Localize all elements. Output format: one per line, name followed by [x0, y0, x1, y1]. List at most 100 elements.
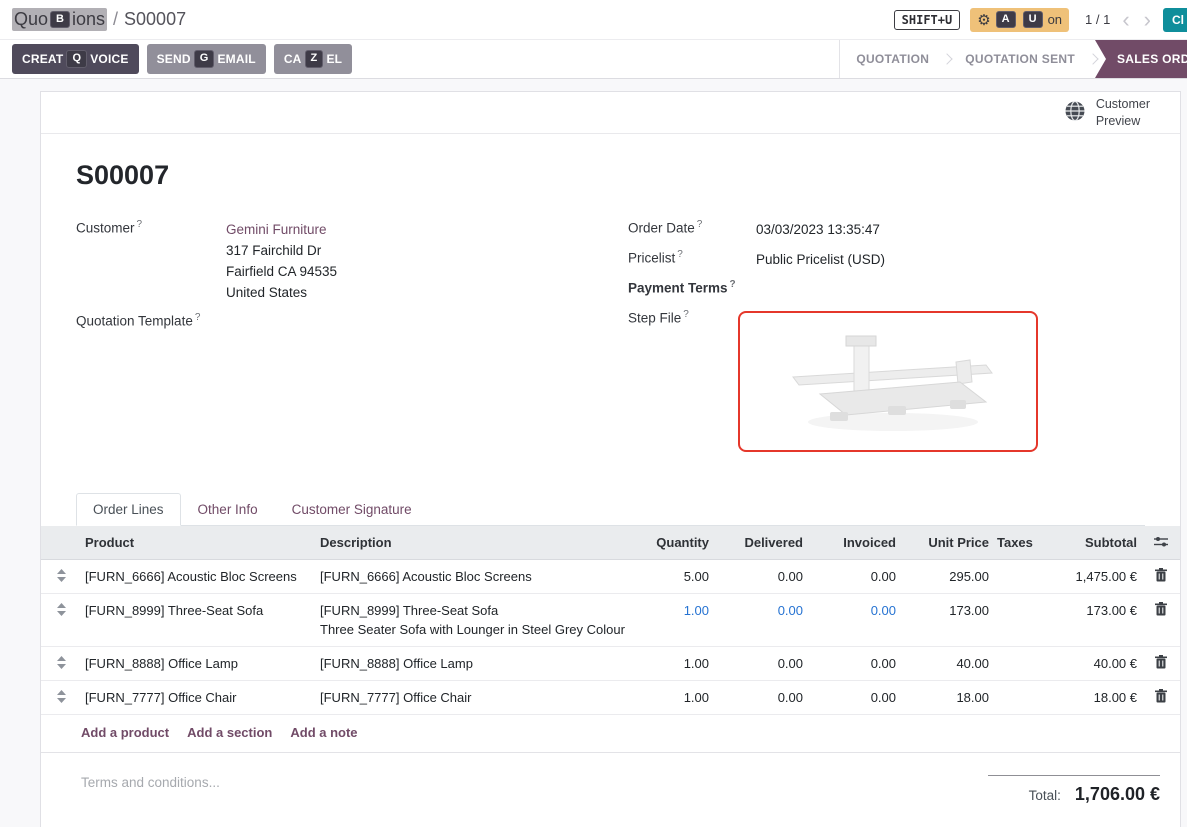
- cell-description[interactable]: [FURN_6666] Acoustic Bloc Screens: [316, 560, 639, 593]
- stage-quotation-sent[interactable]: QUOTATION SENT: [949, 40, 1091, 78]
- cell-description[interactable]: [FURN_8999] Three-Seat Sofa Three Seater…: [316, 594, 639, 646]
- globe-icon: [1064, 100, 1086, 125]
- cell-invoiced[interactable]: 0.00: [807, 560, 900, 593]
- delete-row-button[interactable]: [1141, 594, 1180, 623]
- column-header-taxes: Taxes: [993, 526, 1041, 559]
- pager-counter: 1 / 1: [1085, 12, 1110, 27]
- cell-invoiced[interactable]: 0.00: [807, 594, 900, 627]
- cell-description[interactable]: [FURN_7777] Office Chair: [316, 681, 639, 714]
- sheet-body: S00007 Customer? Gemini Furniture 317 Fa…: [41, 134, 1180, 526]
- send-email-button[interactable]: SENDGEMAIL: [147, 44, 266, 74]
- cell-quantity[interactable]: 5.00: [639, 560, 713, 593]
- cell-unit-price[interactable]: 173.00: [900, 594, 993, 627]
- trash-icon: [1155, 568, 1167, 582]
- delete-row-button[interactable]: [1141, 560, 1180, 589]
- pager-next-icon[interactable]: ›: [1142, 9, 1153, 31]
- tab-customer-signature[interactable]: Customer Signature: [275, 493, 429, 526]
- cell-subtotal: 18.00 €: [1041, 681, 1141, 714]
- stage-quotation[interactable]: QUOTATION: [840, 40, 945, 78]
- step-file-3d-render: [758, 322, 1018, 442]
- cell-unit-price[interactable]: 18.00: [900, 681, 993, 714]
- status-pipeline: QUOTATION QUOTATION SENT SALES ORD: [839, 40, 1187, 78]
- add-section-link[interactable]: Add a section: [187, 725, 272, 740]
- order-line-row: [FURN_8888] Office Lamp [FURN_8888] Offi…: [41, 647, 1180, 681]
- close-button-partial[interactable]: Cl: [1163, 8, 1187, 32]
- customer-preview-button[interactable]: Customer Preview: [1096, 96, 1150, 130]
- button-text: SEND: [157, 52, 191, 66]
- sheet-footer: Terms and conditions... Total: 1,706.00 …: [41, 753, 1180, 827]
- delete-row-button[interactable]: [1141, 647, 1180, 676]
- cell-delivered[interactable]: 0.00: [713, 681, 807, 714]
- button-text: VOICE: [90, 52, 128, 66]
- gear-icon: ⚙: [977, 11, 990, 29]
- cell-taxes[interactable]: [993, 681, 1041, 695]
- customer-address-line: 317 Fairchild Dr: [226, 243, 321, 258]
- field-step-file: Step File?: [628, 309, 1145, 452]
- action-menu-button[interactable]: ⚙ A U on: [970, 8, 1069, 32]
- row-drag-handle[interactable]: [41, 647, 81, 676]
- row-drag-handle[interactable]: [41, 560, 81, 589]
- cell-delivered[interactable]: 0.00: [713, 594, 807, 627]
- cell-product[interactable]: [FURN_7777] Office Chair: [81, 681, 316, 714]
- delete-row-button[interactable]: [1141, 681, 1180, 710]
- customer-link[interactable]: Gemini Furniture: [226, 222, 327, 237]
- column-header-unit-price: Unit Price: [900, 526, 993, 559]
- cancel-button[interactable]: CAZEL: [274, 44, 352, 74]
- keyboard-hint-badge: B: [50, 11, 70, 29]
- tab-other-info[interactable]: Other Info: [181, 493, 275, 526]
- pricelist-field-value[interactable]: Public Pricelist (USD): [756, 249, 885, 270]
- cell-delivered[interactable]: 0.00: [713, 560, 807, 593]
- customer-field-value: Gemini Furniture 317 Fairchild Dr Fairfi…: [226, 219, 337, 303]
- cell-taxes[interactable]: [993, 560, 1041, 574]
- drag-handle-icon: [57, 603, 66, 616]
- help-icon: ?: [730, 279, 736, 290]
- cell-taxes[interactable]: [993, 647, 1041, 661]
- cell-product[interactable]: [FURN_8888] Office Lamp: [81, 647, 316, 680]
- field-group-right: Order Date? 03/03/2023 13:35:47 Pricelis…: [628, 219, 1145, 461]
- cell-taxes[interactable]: [993, 594, 1041, 608]
- notebook-tabs: Order Lines Other Info Customer Signatur…: [76, 493, 1145, 526]
- keyboard-hint-badge: U: [1023, 11, 1043, 29]
- pager-previous-icon[interactable]: ‹: [1120, 9, 1131, 31]
- add-product-link[interactable]: Add a product: [81, 725, 169, 740]
- step-file-image[interactable]: [738, 311, 1038, 452]
- cell-unit-price[interactable]: 295.00: [900, 560, 993, 593]
- create-invoice-button[interactable]: CREATQVOICE: [12, 44, 139, 74]
- pricelist-field-label: Pricelist?: [628, 249, 756, 270]
- field-groups: Customer? Gemini Furniture 317 Fairchild…: [76, 219, 1145, 461]
- help-icon: ?: [137, 219, 143, 230]
- cell-description[interactable]: [FURN_8888] Office Lamp: [316, 647, 639, 680]
- column-header-invoiced: Invoiced: [807, 526, 900, 559]
- terms-and-conditions-input[interactable]: Terms and conditions...: [81, 775, 220, 790]
- row-drag-handle[interactable]: [41, 681, 81, 710]
- cell-quantity[interactable]: 1.00: [639, 647, 713, 680]
- optional-columns-toggle[interactable]: [1141, 526, 1180, 548]
- cell-product[interactable]: [FURN_8999] Three-Seat Sofa: [81, 594, 316, 627]
- keyboard-hint-badge: A: [996, 11, 1016, 29]
- cell-unit-price[interactable]: 40.00: [900, 647, 993, 680]
- order-date-field-value[interactable]: 03/03/2023 13:35:47: [756, 219, 880, 240]
- help-icon: ?: [677, 249, 683, 260]
- column-header-subtotal: Subtotal: [1041, 526, 1141, 559]
- add-note-link[interactable]: Add a note: [290, 725, 357, 740]
- tab-order-lines[interactable]: Order Lines: [76, 493, 181, 526]
- cell-quantity[interactable]: 1.00: [639, 594, 713, 627]
- keyboard-hint-badge: G: [194, 50, 215, 68]
- row-drag-handle[interactable]: [41, 594, 81, 623]
- cell-product[interactable]: [FURN_6666] Acoustic Bloc Screens: [81, 560, 316, 593]
- cell-invoiced[interactable]: 0.00: [807, 647, 900, 680]
- cell-quantity[interactable]: 1.00: [639, 681, 713, 714]
- stage-sales-order-active[interactable]: SALES ORD: [1095, 40, 1187, 78]
- page-title: S00007: [76, 160, 1145, 191]
- sliders-icon: [1153, 535, 1169, 548]
- cell-invoiced[interactable]: 0.00: [807, 681, 900, 714]
- form-sheet: Customer Preview S00007 Customer? Gemini…: [40, 91, 1181, 827]
- cell-delivered[interactable]: 0.00: [713, 647, 807, 680]
- top-bar: QuoBions / S00007 SHIFT+U ⚙ A U on 1 / 1…: [0, 0, 1187, 40]
- action-bar: CREATQVOICE SENDGEMAIL CAZEL QUOTATION Q…: [0, 40, 1187, 79]
- button-text: EMAIL: [217, 52, 255, 66]
- breadcrumb-quotations-link[interactable]: QuoBions: [12, 8, 107, 31]
- keyboard-hint-badge: Z: [305, 50, 324, 68]
- field-pricelist: Pricelist? Public Pricelist (USD): [628, 249, 1145, 270]
- table-header-row: Product Description Quantity Delivered I…: [41, 526, 1180, 560]
